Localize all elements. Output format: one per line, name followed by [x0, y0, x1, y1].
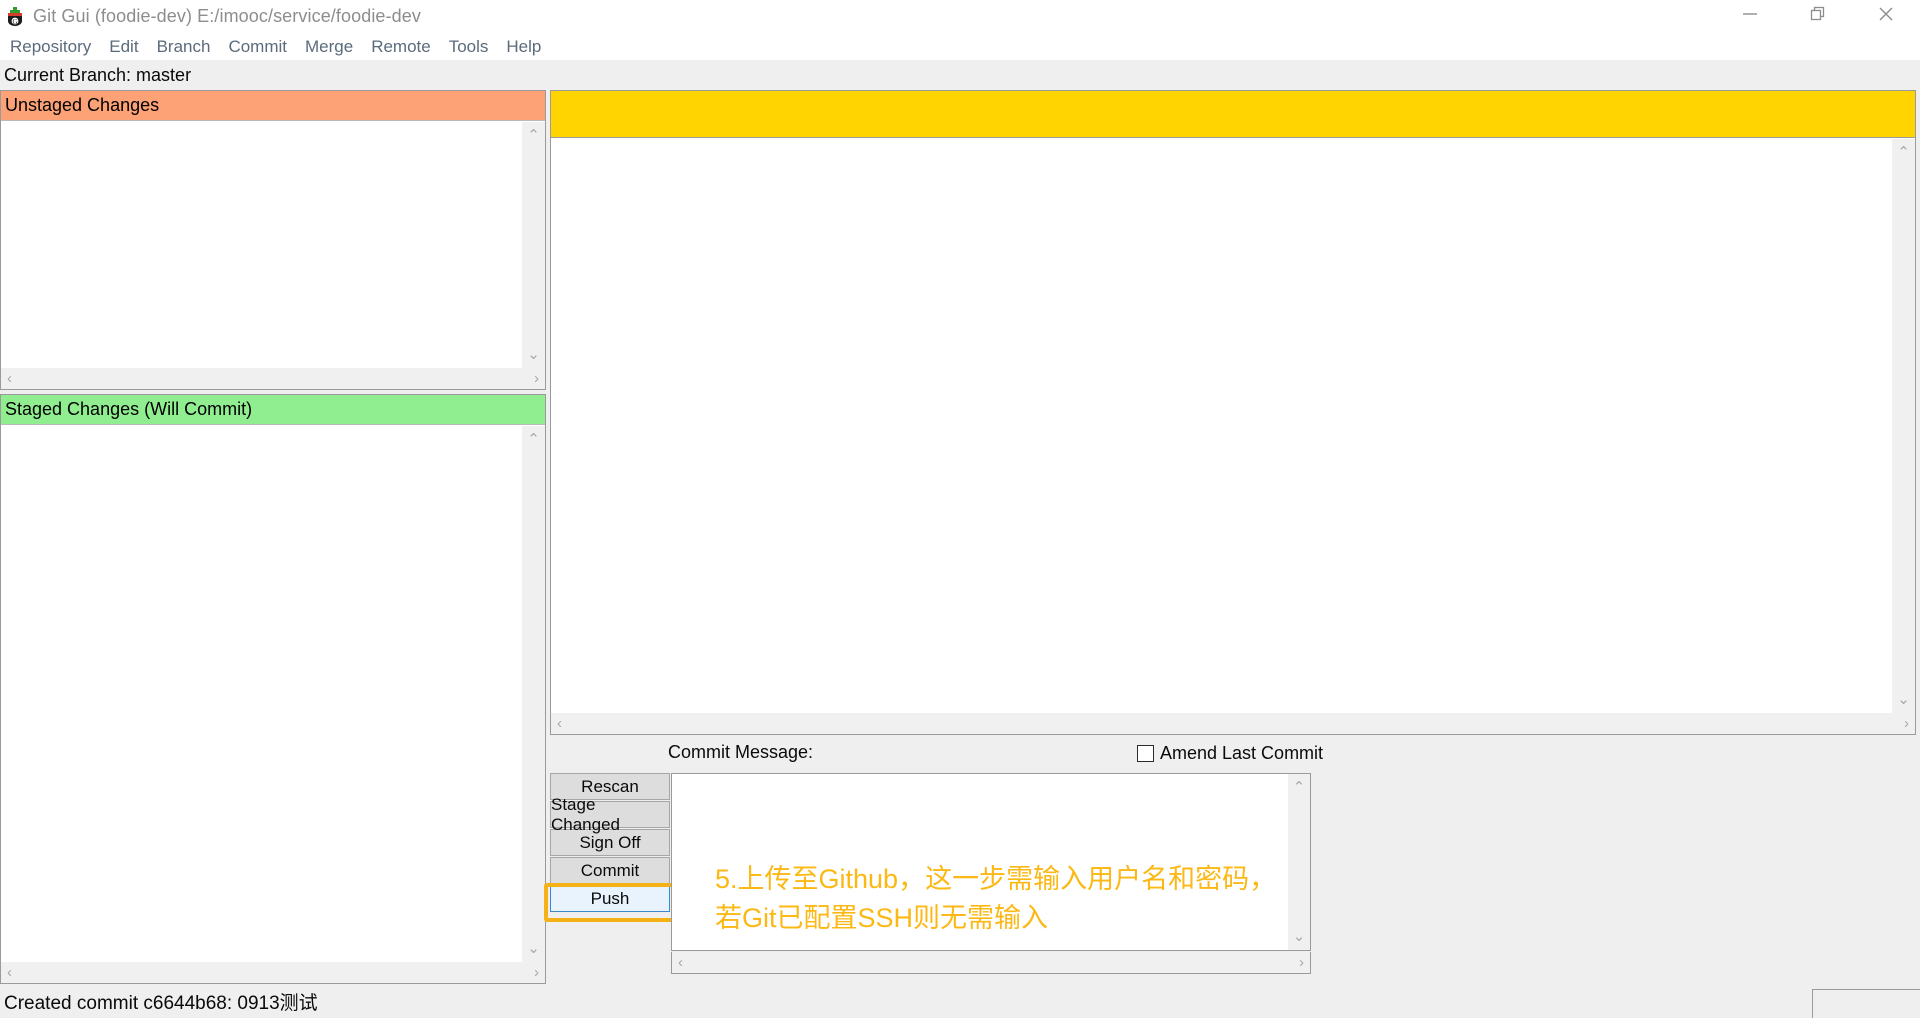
- restore-button[interactable]: [1784, 0, 1852, 33]
- window-title: Git Gui (foodie-dev) E:/imooc/service/fo…: [33, 6, 421, 26]
- commit-message-vertical-scrollbar[interactable]: ⌃ ⌄: [1288, 774, 1310, 950]
- menu-item-tools[interactable]: Tools: [440, 37, 498, 57]
- diff-content-area[interactable]: [551, 139, 1892, 713]
- close-button[interactable]: [1852, 0, 1920, 33]
- chevron-right-icon[interactable]: ›: [534, 371, 539, 386]
- chevron-left-icon[interactable]: ‹: [7, 965, 12, 980]
- chevron-left-icon[interactable]: ‹: [557, 716, 562, 731]
- menu-item-branch[interactable]: Branch: [148, 37, 220, 57]
- diff-header-banner: [551, 91, 1915, 138]
- diff-horizontal-scrollbar[interactable]: ‹ ›: [551, 713, 1915, 734]
- unstaged-changes-header: Unstaged Changes: [1, 91, 545, 121]
- minimize-icon: [1739, 3, 1761, 30]
- svg-text:G: G: [12, 18, 17, 26]
- staged-changes-title: Staged Changes (Will Commit): [5, 399, 253, 419]
- window-resize-corner[interactable]: [1812, 989, 1920, 1018]
- chevron-up-icon[interactable]: ⌃: [527, 432, 540, 447]
- commit-message-label: Commit Message:: [668, 742, 814, 762]
- restore-icon: [1807, 3, 1829, 30]
- menu-item-remote[interactable]: Remote: [362, 37, 440, 57]
- chevron-down-icon[interactable]: ⌄: [527, 347, 540, 362]
- window-controls: [1716, 0, 1920, 33]
- stage-changed-button[interactable]: Stage Changed: [550, 795, 670, 834]
- current-branch-bar: Current Branch: master: [0, 60, 1920, 90]
- statusbar: Created commit c6644b68: 0913测试: [0, 984, 1920, 1018]
- statusbar-text: Created commit c6644b68: 0913测试: [4, 992, 318, 1014]
- commit-message-textarea[interactable]: ⌃ ⌄: [671, 773, 1311, 951]
- right-column: ⌃ ⌄ ‹ › Commit Message: Amend Last Commi…: [544, 90, 1920, 984]
- main-body: Unstaged Changes ⌃ ⌄ ‹ › Staged Changes …: [0, 90, 1920, 984]
- staged-horizontal-scrollbar[interactable]: ‹ ›: [1, 962, 545, 983]
- diff-viewer-panel: ⌃ ⌄ ‹ ›: [550, 90, 1916, 735]
- chevron-up-icon[interactable]: ⌃: [527, 128, 540, 143]
- chevron-up-icon[interactable]: ⌃: [1293, 780, 1306, 795]
- chevron-down-icon[interactable]: ⌄: [527, 941, 540, 956]
- menu-item-help[interactable]: Help: [497, 37, 550, 57]
- menu-item-commit[interactable]: Commit: [219, 37, 296, 57]
- chevron-down-icon[interactable]: ⌄: [1293, 929, 1306, 944]
- staged-file-list[interactable]: [1, 426, 522, 962]
- close-icon: [1875, 3, 1897, 30]
- diff-vertical-scrollbar[interactable]: ⌃ ⌄: [1892, 139, 1915, 713]
- menu-item-edit[interactable]: Edit: [100, 37, 147, 57]
- staged-changes-header: Staged Changes (Will Commit): [1, 395, 545, 425]
- unstaged-changes-panel: Unstaged Changes ⌃ ⌄ ‹ ›: [0, 90, 546, 390]
- push-button[interactable]: Push: [550, 885, 670, 912]
- current-branch-label: Current Branch: master: [4, 64, 192, 85]
- chevron-left-icon[interactable]: ‹: [678, 955, 683, 970]
- chevron-down-icon[interactable]: ⌄: [1897, 692, 1910, 707]
- git-gui-logo-icon: G: [4, 6, 26, 28]
- chevron-right-icon[interactable]: ›: [1299, 955, 1304, 970]
- commit-button-stack: Rescan Stage Changed Sign Off Commit Pus…: [544, 773, 676, 922]
- unstaged-changes-title: Unstaged Changes: [5, 95, 160, 115]
- chevron-right-icon[interactable]: ›: [1904, 716, 1909, 731]
- commit-button[interactable]: Commit: [550, 857, 670, 884]
- menu-item-merge[interactable]: Merge: [296, 37, 362, 57]
- amend-last-commit-label: Amend Last Commit: [1160, 743, 1324, 763]
- chevron-right-icon[interactable]: ›: [534, 965, 539, 980]
- menubar: Repository Edit Branch Commit Merge Remo…: [0, 33, 1920, 60]
- commit-message-horizontal-scrollbar[interactable]: ‹ ›: [671, 952, 1311, 974]
- left-column: Unstaged Changes ⌃ ⌄ ‹ › Staged Changes …: [0, 90, 546, 984]
- commit-area: Commit Message: Amend Last Commit Rescan…: [544, 742, 1916, 984]
- unstaged-file-list[interactable]: [1, 122, 522, 368]
- unstaged-vertical-scrollbar[interactable]: ⌃ ⌄: [522, 122, 545, 368]
- staged-vertical-scrollbar[interactable]: ⌃ ⌄: [522, 426, 545, 962]
- menu-item-repository[interactable]: Repository: [8, 37, 100, 57]
- unstaged-horizontal-scrollbar[interactable]: ‹ ›: [1, 368, 545, 389]
- amend-last-commit-checkbox[interactable]: Amend Last Commit: [1137, 743, 1323, 764]
- chevron-up-icon[interactable]: ⌃: [1897, 145, 1910, 160]
- commit-label-row: Commit Message: Amend Last Commit: [550, 742, 1916, 770]
- staged-changes-panel: Staged Changes (Will Commit) ⌃ ⌄ ‹ ›: [0, 394, 546, 984]
- chevron-left-icon[interactable]: ‹: [7, 371, 12, 386]
- checkbox-box-icon[interactable]: [1137, 745, 1154, 762]
- minimize-button[interactable]: [1716, 0, 1784, 33]
- window-titlebar: G Git Gui (foodie-dev) E:/imooc/service/…: [0, 0, 1920, 33]
